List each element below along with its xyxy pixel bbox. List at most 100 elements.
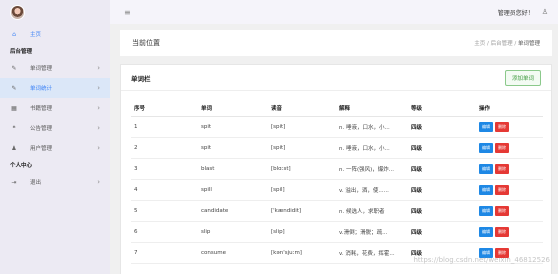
sidebar-item-word-manage[interactable]: ✎ 单词管理 › — [0, 58, 110, 78]
add-word-button[interactable]: 添加单词 — [504, 69, 541, 86]
sidebar-item-label: 公告管理 — [30, 126, 53, 132]
page-title: 当前位置 — [132, 39, 160, 47]
cell-level: 四级 — [411, 116, 479, 138]
cell-phonetic: [spit] — [271, 116, 339, 138]
cell-id: 6 — [131, 221, 201, 243]
cell-word: slip — [201, 221, 271, 243]
cell-word: spit — [201, 116, 271, 138]
edit-button[interactable]: 编辑 — [479, 142, 493, 153]
cell-word: blast — [201, 158, 271, 180]
cell-id: 1 — [131, 116, 201, 138]
chevron-right-icon: › — [97, 104, 100, 112]
cell-meaning: v. 消耗，花费，挥霍... — [339, 242, 411, 264]
cell-word: spill — [201, 179, 271, 201]
edit-button[interactable]: 编辑 — [479, 163, 493, 174]
cell-id: 2 — [131, 137, 201, 159]
cell-word: candidate — [201, 200, 271, 222]
table-row: 4 spill [spil] v. 溢出，洒，使...... 四级 编辑 删除 — [131, 179, 543, 201]
sidebar-item-label: 单词管理 — [30, 66, 53, 72]
word-panel: 单词栏 添加单词 序号 单词 读音 解释 等级 操作 1 spit [spit]… — [120, 64, 552, 274]
breadcrumb-bar: 当前位置 主页 / 后台管理 / 单词管理 — [120, 30, 552, 56]
word-table: 序号 单词 读音 解释 等级 操作 1 spit [spit] n. 唾液，口水… — [131, 100, 543, 264]
header-phonetic: 读音 — [271, 100, 339, 117]
cell-phonetic: ['kændidit] — [271, 200, 339, 222]
cell-level: 四级 — [411, 200, 479, 222]
cell-phonetic: [blɑːst] — [271, 158, 339, 180]
table-row: 5 candidate ['kændidit] n. 候选人，求职者 四级 编辑… — [131, 200, 543, 222]
cell-id: 3 — [131, 158, 201, 180]
cell-level: 四级 — [411, 221, 479, 243]
avatar-area — [0, 0, 110, 24]
table-row: 1 spit [spit] n. 唾液，口水，小... 四级 编辑 删除 — [131, 116, 543, 138]
cell-meaning: n. 唾液，口水，小... — [339, 116, 411, 138]
sidebar-item-logout[interactable]: ⇥ 退出 › — [0, 172, 110, 192]
table-row: 2 spit [spit] n. 唾液，口水，小... 四级 编辑 删除 — [131, 137, 543, 159]
delete-button[interactable]: 删除 — [495, 226, 509, 237]
edit-button[interactable]: 编辑 — [479, 226, 493, 237]
chevron-right-icon: › — [97, 178, 100, 186]
sidebar-item-word-stats[interactable]: ✎ 单词统计 › — [0, 78, 110, 98]
panel-header: 单词栏 添加单词 — [121, 65, 551, 91]
cell-level: 四级 — [411, 137, 479, 159]
cell-actions: 编辑 删除 — [479, 200, 543, 222]
sidebar-item-label: 主页 — [30, 32, 42, 38]
header-level: 等级 — [411, 100, 479, 117]
edit-button[interactable]: 编辑 — [479, 121, 493, 132]
section-admin: 后台管理 — [10, 49, 33, 55]
cell-actions: 编辑 删除 — [479, 137, 543, 159]
admin-greeting[interactable]: 管理员您好！ — [498, 8, 534, 17]
breadcrumb-current: 单词管理 — [517, 41, 540, 47]
breadcrumb-home[interactable]: 主页 — [474, 41, 485, 47]
header-meaning: 解释 — [339, 100, 411, 117]
delete-button[interactable]: 删除 — [495, 163, 509, 174]
table-header-row: 序号 单词 读音 解释 等级 操作 — [131, 100, 543, 117]
breadcrumb-admin[interactable]: 后台管理 — [491, 41, 513, 47]
chevron-right-icon: › — [97, 84, 100, 92]
cell-actions: 编辑 删除 — [479, 158, 543, 180]
cell-level: 四级 — [411, 158, 479, 180]
book-icon: ▦ — [11, 104, 17, 112]
cell-id: 7 — [131, 242, 201, 264]
edit-icon: ✎ — [11, 64, 17, 72]
cell-word: spit — [201, 137, 271, 159]
cell-meaning: v.滑倒；滑脱；疏... — [339, 221, 411, 243]
cell-meaning: n. 一阵(强风)，爆炸... — [339, 158, 411, 180]
edit-icon: ✎ — [11, 84, 17, 92]
watermark: https://blog.csdn.net/weixin_46812526 — [413, 256, 550, 264]
cell-actions: 编辑 删除 — [479, 179, 543, 201]
delete-button[interactable]: 删除 — [495, 184, 509, 195]
cell-word: consume — [201, 242, 271, 264]
table-row: 6 slip [slip] v.滑倒；滑脱；疏... 四级 编辑 删除 — [131, 221, 543, 243]
delete-button[interactable]: 删除 — [495, 205, 509, 216]
menu-icon[interactable]: ≡ — [124, 8, 131, 17]
user-icon: ♟ — [11, 144, 17, 152]
sidebar-item-book-manage[interactable]: ▦ 书籍管理 › — [0, 98, 110, 118]
logout-icon: ⇥ — [11, 178, 17, 186]
sidebar-item-user-manage[interactable]: ♟ 用户管理 › — [0, 138, 110, 158]
cell-id: 5 — [131, 200, 201, 222]
cell-id: 4 — [131, 179, 201, 201]
user-icon[interactable]: ♙ — [542, 8, 548, 16]
cell-phonetic: [kən'sjuːm] — [271, 242, 339, 264]
chevron-right-icon: › — [97, 64, 100, 72]
sidebar-item-label: 单词统计 — [30, 86, 53, 92]
delete-button[interactable]: 删除 — [495, 142, 509, 153]
edit-button[interactable]: 编辑 — [479, 184, 493, 195]
avatar[interactable] — [10, 4, 25, 20]
chevron-right-icon: › — [97, 124, 100, 132]
sidebar-item-notice-manage[interactable]: ❝ 公告管理 › — [0, 118, 110, 138]
cell-phonetic: [slip] — [271, 221, 339, 243]
chevron-right-icon: › — [97, 144, 100, 152]
delete-button[interactable]: 删除 — [495, 121, 509, 132]
breadcrumb: 主页 / 后台管理 / 单词管理 — [474, 41, 540, 47]
sidebar-item-label: 用户管理 — [30, 146, 53, 152]
sidebar-item-home[interactable]: ⌂ 主页 — [0, 24, 110, 44]
cell-actions: 编辑 删除 — [479, 116, 543, 138]
cell-actions: 编辑 删除 — [479, 221, 543, 243]
sidebar-item-label: 书籍管理 — [30, 106, 53, 112]
home-icon: ⌂ — [12, 30, 16, 38]
edit-button[interactable]: 编辑 — [479, 205, 493, 216]
header-actions: 操作 — [479, 100, 543, 117]
section-personal: 个人中心 — [10, 163, 33, 169]
sidebar-item-label: 退出 — [30, 180, 42, 186]
